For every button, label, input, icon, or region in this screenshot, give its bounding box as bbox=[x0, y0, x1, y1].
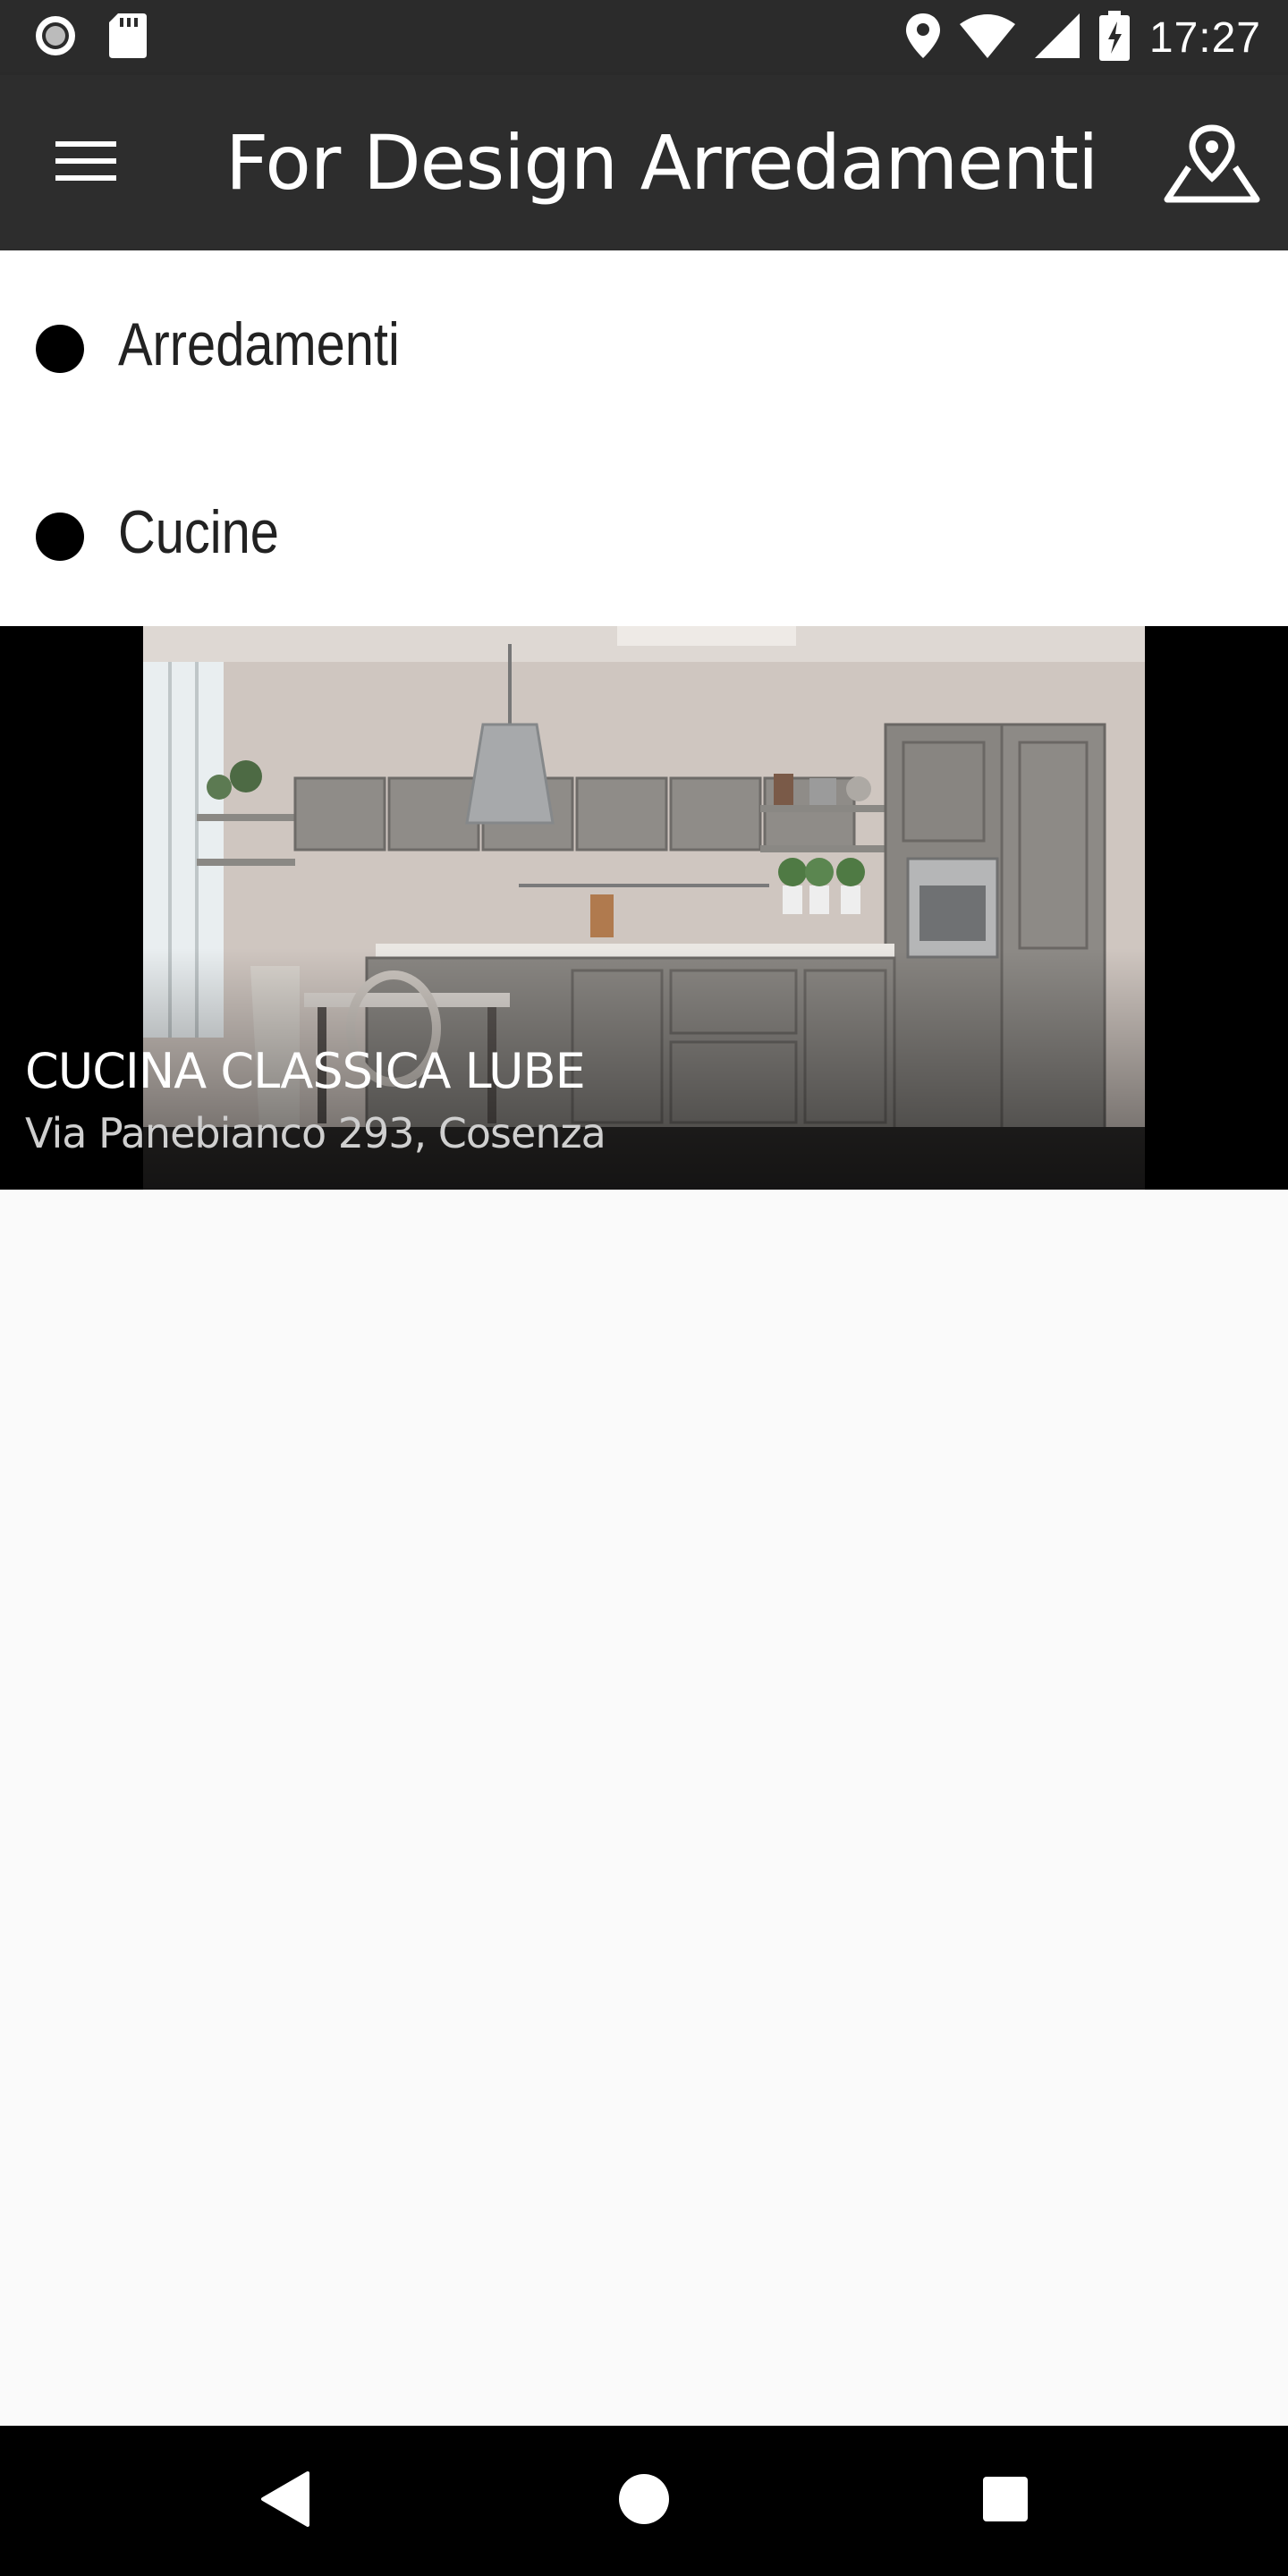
card-title: CUCINA CLASSICA LUBE bbox=[25, 1043, 586, 1099]
bullet-icon bbox=[36, 325, 84, 373]
wifi-icon bbox=[959, 13, 1015, 63]
home-icon bbox=[617, 2472, 671, 2530]
recents-button[interactable] bbox=[943, 2456, 1068, 2546]
menu-button[interactable] bbox=[36, 122, 136, 204]
sd-card-icon bbox=[109, 13, 147, 63]
record-icon bbox=[32, 13, 79, 64]
map-button[interactable] bbox=[1154, 118, 1270, 211]
category-label: Arredamenti bbox=[118, 310, 400, 378]
recents-icon bbox=[981, 2475, 1030, 2528]
bullet-icon bbox=[36, 513, 84, 561]
back-button[interactable] bbox=[222, 2456, 347, 2546]
status-time: 17:27 bbox=[1148, 13, 1261, 62]
app-title: For Design Arredamenti bbox=[225, 119, 1098, 207]
category-item-arredamenti[interactable]: Arredamenti bbox=[0, 259, 1288, 438]
category-item-cucine[interactable]: Cucine bbox=[0, 447, 1288, 626]
home-button[interactable] bbox=[581, 2456, 707, 2546]
map-pin-icon bbox=[1162, 123, 1262, 208]
category-list: Arredamenti Cucine bbox=[0, 250, 1288, 626]
status-bar: 17:27 bbox=[0, 0, 1288, 75]
hamburger-menu-icon bbox=[55, 140, 116, 187]
battery-charging-icon bbox=[1098, 10, 1130, 65]
category-label: Cucine bbox=[118, 498, 279, 566]
location-icon bbox=[905, 13, 940, 63]
signal-icon bbox=[1034, 13, 1080, 63]
navigation-bar bbox=[0, 2426, 1288, 2576]
feature-card[interactable]: CUCINA CLASSICA LUBE Via Panebianco 293,… bbox=[0, 626, 1288, 1190]
app-bar: For Design Arredamenti bbox=[0, 75, 1288, 250]
back-icon bbox=[259, 2470, 309, 2531]
card-address: Via Panebianco 293, Cosenza bbox=[25, 1109, 606, 1157]
